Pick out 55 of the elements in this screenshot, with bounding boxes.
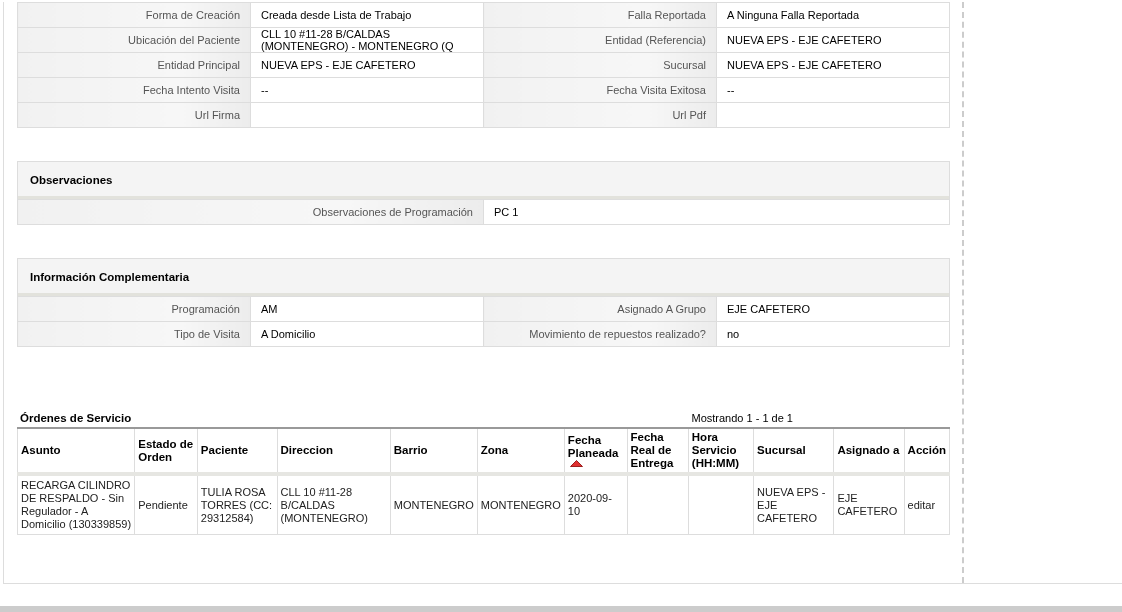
field-value: CLL 10 #11-28 B/CALDAS (MONTENEGRO) - MONTENEGRO (Q: [261, 28, 455, 52]
field-label: Movimiento de repuestos realizado?: [483, 321, 717, 347]
column-header[interactable]: Fecha Real de Entrega: [627, 428, 689, 474]
table-cell: MONTENEGRO: [390, 474, 478, 535]
field-value: AM: [261, 303, 278, 315]
column-header[interactable]: Asignado a: [833, 428, 905, 474]
table-cell: NUEVA EPS - EJE CAFETERO: [753, 474, 834, 535]
field-value: A Domicilio: [261, 328, 316, 340]
column-header[interactable]: Hora Servicio (HH:MM): [688, 428, 754, 474]
table-cell: CLL 10 #11-28 B/CALDAS (MONTENEGRO): [277, 474, 391, 535]
column-header[interactable]: Acción: [904, 428, 950, 474]
field-label: Asignado A Grupo: [483, 296, 717, 322]
field-value: PC 1: [494, 206, 519, 218]
field-value: Creada desde Lista de Trabajo: [261, 9, 412, 21]
column-header[interactable]: Direccion: [277, 428, 391, 474]
field-label: Url Pdf: [483, 102, 717, 128]
field-value: NUEVA EPS - EJE CAFETERO: [727, 59, 882, 71]
column-header[interactable]: Paciente: [197, 428, 278, 474]
edit-link[interactable]: editar: [907, 498, 936, 511]
field-value: EJE CAFETERO: [727, 303, 811, 315]
field-value: NUEVA EPS - EJE CAFETERO: [727, 34, 882, 46]
field-label: Tipo de Visita: [17, 321, 251, 347]
field-label: Entidad Principal: [17, 52, 251, 78]
table-cell: 2020-09-10: [564, 474, 628, 535]
column-header[interactable]: Sucursal: [753, 428, 834, 474]
field-value: NUEVA EPS - EJE CAFETERO: [261, 59, 416, 71]
column-header[interactable]: Barrio: [390, 428, 478, 474]
field-value: --: [727, 84, 735, 96]
field-label: Forma de Creación: [17, 2, 251, 28]
field-label: Ubicación del Paciente: [17, 27, 251, 53]
field-label: Sucursal: [483, 52, 717, 78]
section-header: Observaciones: [18, 162, 949, 199]
field-label: Observaciones de Programación: [17, 199, 484, 225]
section-header: Información Complementaria: [18, 259, 949, 296]
table-cell: EJE CAFETERO: [833, 474, 905, 535]
field-value: A Ninguna Falla Reportada: [727, 9, 860, 21]
field-label: Fecha Visita Exitosa: [483, 77, 717, 103]
field-value: --: [261, 84, 269, 96]
field-label: Entidad (Referencia): [483, 27, 717, 53]
field-label: Url Firma: [17, 102, 251, 128]
table-cell: MONTENEGRO: [477, 474, 565, 535]
field-label: Falla Reportada: [483, 2, 717, 28]
column-header[interactable]: Zona: [477, 428, 565, 474]
column-header[interactable]: Fecha Planeada: [564, 428, 628, 474]
field-label: Fecha Intento Visita: [17, 77, 251, 103]
column-header[interactable]: Estado de Orden: [134, 428, 198, 474]
sort-ascending-icon: [569, 460, 583, 467]
field-label: Programación: [17, 296, 251, 322]
table-cell: RECARGA CILINDRO DE RESPALDO - Sin Regulador - A Domicilio (130339859): [17, 474, 135, 535]
column-header[interactable]: Asunto: [17, 428, 135, 474]
field-value: no: [727, 328, 740, 340]
table-cell: TULIA ROSA TORRES (CC: 29312584): [197, 474, 278, 535]
table-cell: Pendiente: [134, 474, 198, 535]
section-title: Órdenes de Servicio: [20, 412, 132, 424]
pagination-text: Mostrando 1 - 1 de 1: [691, 412, 793, 424]
